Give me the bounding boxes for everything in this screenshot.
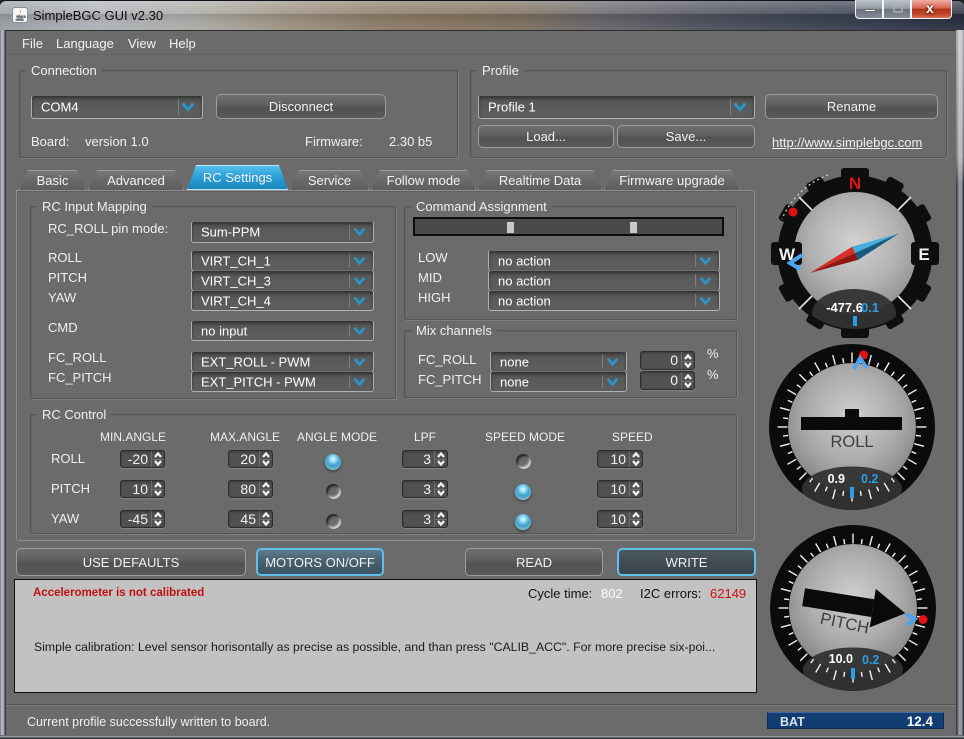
svg-text:N: N <box>849 174 861 193</box>
svg-text:ROLL: ROLL <box>830 433 873 451</box>
svg-text:0.9: 0.9 <box>828 472 845 486</box>
svg-text:0.2: 0.2 <box>862 653 879 667</box>
svg-text:-477.6: -477.6 <box>826 300 863 315</box>
svg-text:10.0: 10.0 <box>829 652 853 666</box>
svg-text:0.1: 0.1 <box>861 300 879 315</box>
svg-text:E: E <box>918 245 929 264</box>
svg-text:0.2: 0.2 <box>861 472 878 486</box>
